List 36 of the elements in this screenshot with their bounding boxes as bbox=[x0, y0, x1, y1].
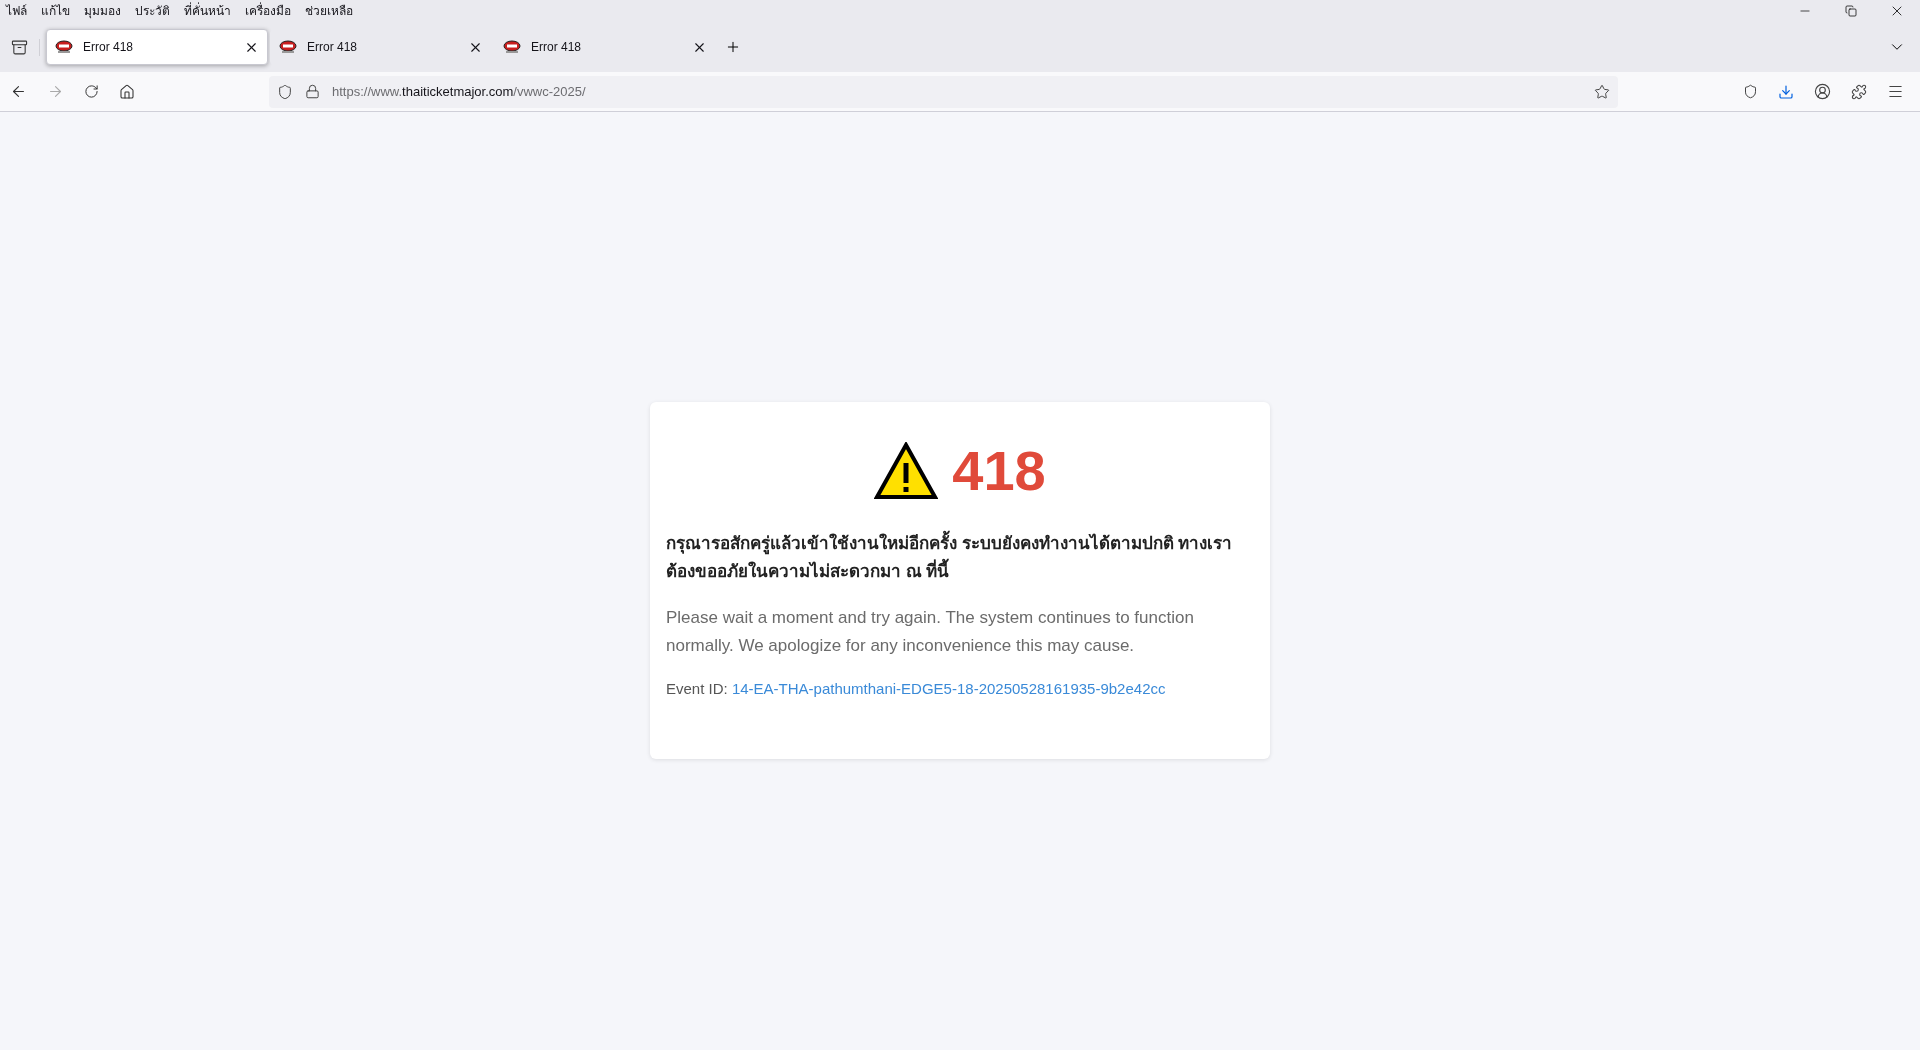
menu-item[interactable]: แก้ไข bbox=[41, 2, 70, 20]
tab-title: Error 418 bbox=[307, 39, 358, 56]
menu-item[interactable]: ที่คั่นหน้า bbox=[184, 2, 231, 20]
lock-icon bbox=[305, 84, 320, 99]
english-message: Please wait a moment and try again. The system continues to function normally. We apologize for any inconvenience this may cause. bbox=[666, 607, 1195, 657]
home-icon bbox=[119, 83, 135, 100]
extensions-icon bbox=[1851, 83, 1867, 100]
site-logo-icon bbox=[55, 40, 73, 54]
menu-item[interactable]: ช่วยเหลือ bbox=[305, 2, 353, 20]
address-bar[interactable]: https://www.thaiticketmajor.com/vwwc-2025/ bbox=[269, 75, 1618, 108]
thai-message: กรุณารอสักครู่แล้วเข้าใช้งานใหม่อีกครั้ง ระบบยังคงทำงานได้ตามปกติ ทางเราต้องขออภัยในความไม่สะดวกมา ณ ที่นี้ bbox=[666, 530, 1254, 586]
menu-item[interactable]: เครื่องมือ bbox=[245, 2, 291, 20]
event-id-text: Event ID: 14-EA-THA-pathumthani-EDGE5-18-20250528161935-9b2e42cc bbox=[666, 679, 1167, 699]
error-code: 418 bbox=[952, 443, 1046, 499]
account-icon bbox=[1814, 83, 1831, 100]
menu-icon bbox=[1887, 83, 1904, 100]
bookmark-star-icon bbox=[1594, 83, 1610, 100]
download-icon bbox=[1778, 83, 1794, 100]
browser-tab[interactable]: Error 418 bbox=[46, 29, 268, 65]
back-icon bbox=[10, 83, 27, 100]
tray-icon[interactable] bbox=[11, 38, 28, 56]
url-text: https://www.thaiticketmajor.com/vwwc-2025/ bbox=[332, 82, 586, 101]
new-tab-icon[interactable] bbox=[725, 39, 741, 55]
site-logo-icon bbox=[503, 40, 521, 54]
tab-title: Error 418 bbox=[531, 39, 582, 56]
tab-title: Error 418 bbox=[83, 39, 134, 56]
reload-icon bbox=[84, 84, 99, 99]
restore-icon[interactable] bbox=[1845, 5, 1857, 17]
warning-icon bbox=[874, 442, 939, 500]
menu-item[interactable]: ประวัติ bbox=[135, 2, 170, 20]
menu-item[interactable]: มุมมอง bbox=[84, 2, 121, 20]
forward-icon bbox=[47, 83, 64, 100]
menu-item[interactable]: ไฟล์ bbox=[6, 2, 27, 20]
shield-icon bbox=[277, 83, 293, 100]
event-id-link[interactable]: 14-EA-THA-pathumthani-EDGE5-18-20250528161935-9b2e42cc bbox=[731, 680, 1166, 697]
site-logo-icon bbox=[279, 40, 297, 54]
